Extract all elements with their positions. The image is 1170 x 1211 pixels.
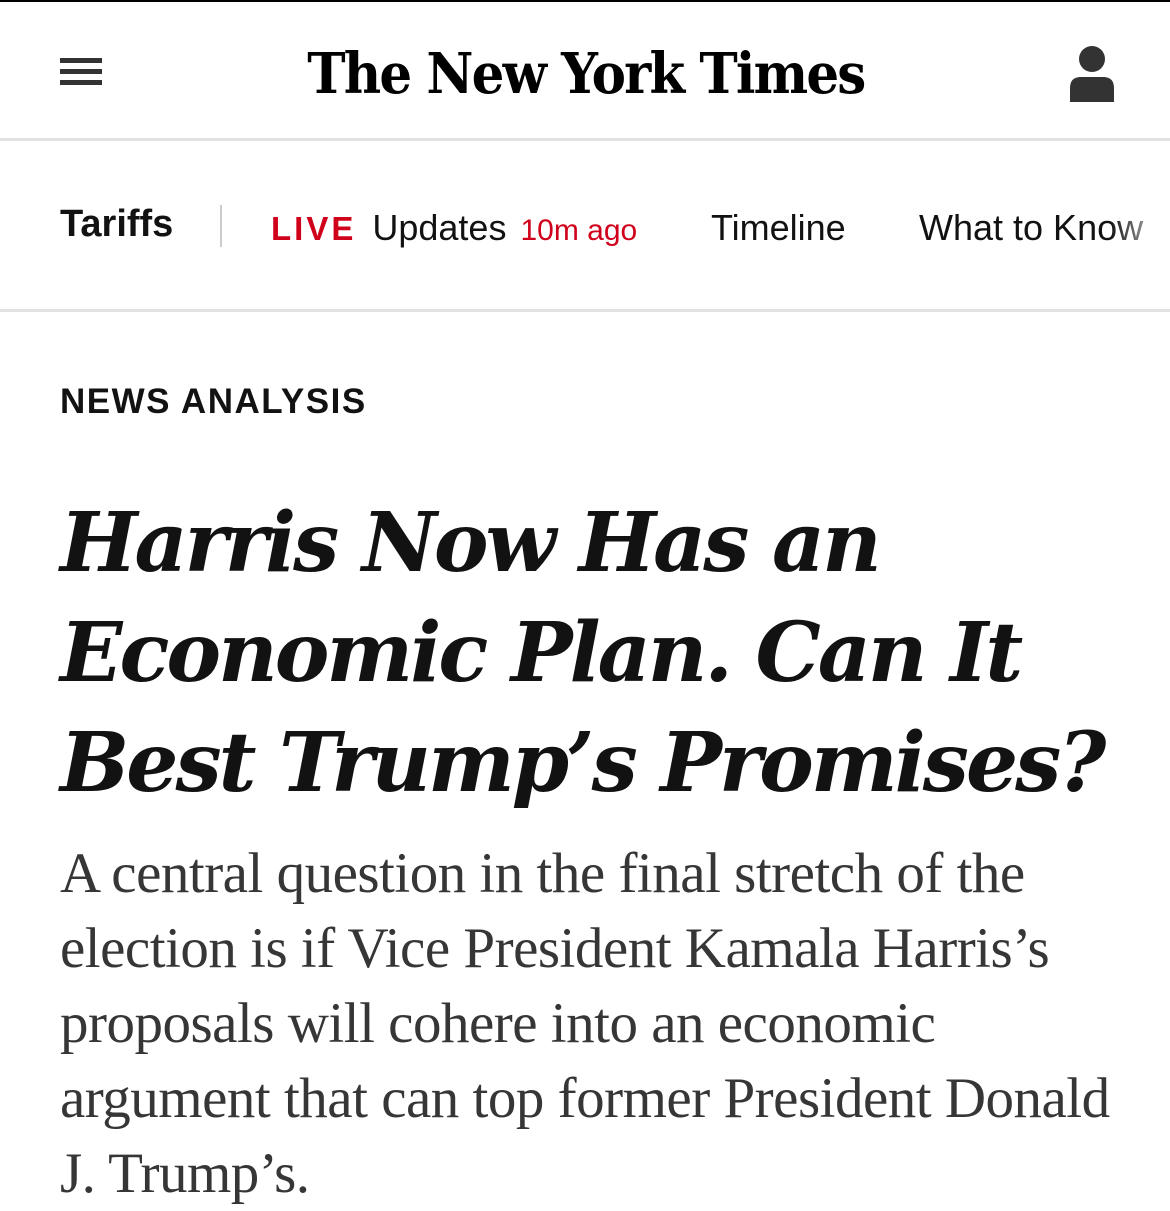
subnav-scroll-fade (1110, 141, 1170, 309)
user-account-icon[interactable] (1068, 44, 1116, 104)
hamburger-menu-icon[interactable] (60, 56, 102, 90)
masthead: The New York Times (0, 2, 1170, 141)
live-badge: LIVE (271, 210, 357, 247)
nyt-logo[interactable]: The New York Times (300, 32, 872, 116)
live-updates-label: Updates (372, 207, 507, 248)
subnav-live-updates[interactable]: LIVE Updates 10m ago (271, 207, 637, 249)
menu-line (60, 58, 102, 63)
subnav-section-tariffs[interactable]: Tariffs (60, 203, 173, 246)
live-updated-time: 10m ago (520, 214, 638, 247)
logo-text: The New York Times (307, 41, 866, 107)
subnav-item-timeline[interactable]: Timeline (711, 207, 846, 249)
user-account-svg (1070, 46, 1114, 102)
article-summary: A central question in the final stretch … (60, 842, 1110, 1205)
subnav-divider (220, 205, 222, 247)
article-kicker: NEWS ANALYSIS (60, 382, 367, 421)
story-subnav: Tariffs LIVE Updates 10m ago Timeline Wh… (0, 141, 1170, 312)
menu-line (60, 80, 102, 85)
article-headline: Harris Now Has an Economic Plan. Can It … (60, 495, 1106, 811)
menu-line (60, 69, 102, 74)
